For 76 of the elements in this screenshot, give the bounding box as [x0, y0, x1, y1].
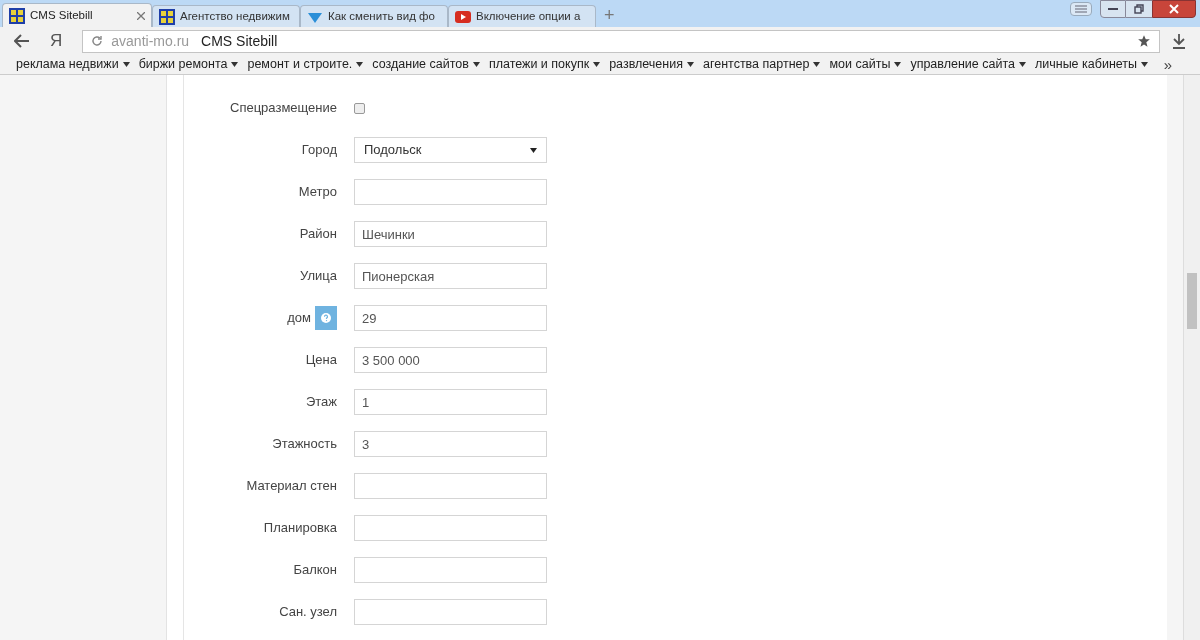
close-tab-icon[interactable] [137, 11, 145, 20]
input-field[interactable] [354, 515, 547, 541]
browser-tab[interactable]: CMS Sitebill [2, 3, 152, 27]
grid-logo-icon [9, 7, 25, 24]
yandex-button[interactable]: Я [50, 28, 63, 54]
caret-icon [122, 62, 130, 67]
input-field[interactable]: Шечинки [354, 221, 547, 247]
input-field[interactable] [354, 473, 547, 499]
input-field[interactable] [354, 599, 547, 625]
scrollbar-thumb[interactable] [1187, 273, 1197, 329]
field-label: Сан. узел [279, 603, 337, 622]
bookmark-star-icon[interactable] [1137, 34, 1151, 48]
input-field[interactable]: 1 [354, 389, 547, 415]
input-field[interactable] [354, 557, 547, 583]
field-label: Планировка [263, 519, 337, 538]
caret-icon [472, 62, 480, 67]
url-domain: avanti-mo.ru [111, 31, 190, 51]
field-label: Метро [298, 183, 337, 202]
bookmark-folder[interactable]: платежи и покупк [488, 55, 601, 74]
caret-icon [593, 62, 601, 67]
address-bar[interactable]: avanti-mo.ru CMS Sitebill [82, 29, 1160, 53]
scrollbar[interactable] [1183, 75, 1200, 640]
minimize-icon [1108, 7, 1118, 11]
close-icon [1169, 4, 1179, 14]
caret-icon [356, 62, 364, 67]
menu-button[interactable] [1070, 2, 1092, 16]
input-field[interactable]: 3 [354, 431, 547, 457]
bookmark-folder[interactable]: управление сайта [910, 55, 1026, 74]
caret-icon [1018, 62, 1026, 67]
field-label: дом [287, 309, 311, 328]
bookmark-folder[interactable]: развлечения [609, 55, 694, 74]
download-icon[interactable] [1172, 33, 1186, 49]
more-bookmarks-button[interactable]: » [1163, 57, 1172, 72]
caret-icon [894, 62, 902, 67]
input-field[interactable] [354, 179, 547, 205]
bookmark-folder[interactable]: ремонт и строите. [247, 55, 364, 74]
help-button[interactable] [315, 306, 337, 330]
page-title: CMS Sitebill [201, 31, 278, 51]
bookmark-folder[interactable]: личные кабинеты [1034, 55, 1149, 74]
field-label: Район [299, 225, 337, 244]
field-label: Спецразмещение [230, 99, 337, 118]
minimize-button[interactable] [1100, 0, 1126, 18]
bookmark-folder[interactable]: биржи ремонта [138, 55, 239, 74]
input-field[interactable]: 3 500 000 [354, 347, 547, 373]
caret-icon [813, 62, 821, 67]
field-label: Балкон [293, 561, 337, 580]
checkbox[interactable] [354, 102, 365, 114]
bookmark-folder[interactable]: мои сайты [829, 55, 902, 74]
caret-icon [231, 62, 239, 67]
dropdown-field[interactable]: Подольск [354, 137, 547, 163]
bookmark-folder[interactable]: реклама недвижи [16, 55, 130, 74]
browser-tab[interactable]: Агентство недвижим [152, 5, 300, 27]
caret-icon [530, 147, 537, 153]
field-label: Этажность [272, 435, 337, 454]
caret-icon [686, 62, 694, 67]
restore-button[interactable] [1126, 0, 1152, 18]
bookmark-folder[interactable]: создание сайтов [372, 55, 480, 74]
caret-icon [1141, 62, 1149, 67]
field-label: Цена [305, 351, 337, 370]
video-play-icon [455, 10, 471, 23]
field-label: Город [301, 141, 337, 160]
field-label: Материал стен [246, 477, 337, 496]
back-icon[interactable] [14, 34, 30, 48]
help-icon [321, 313, 331, 323]
bookmark-folder[interactable]: агентства партнер [702, 55, 821, 74]
input-field[interactable]: Пионерская [354, 263, 547, 289]
close-window-button[interactable] [1152, 0, 1196, 18]
menu-icon [1075, 5, 1087, 13]
browser-tab[interactable]: Как сменить вид фо [300, 5, 448, 27]
restore-icon [1134, 4, 1144, 14]
field-label: Этаж [305, 393, 337, 412]
reload-icon [91, 35, 104, 47]
field-label: Улица [300, 267, 337, 286]
browser-tab[interactable]: Включение опции a [448, 5, 596, 27]
input-field[interactable]: 29 [354, 305, 547, 331]
grid-logo-icon [159, 8, 175, 25]
